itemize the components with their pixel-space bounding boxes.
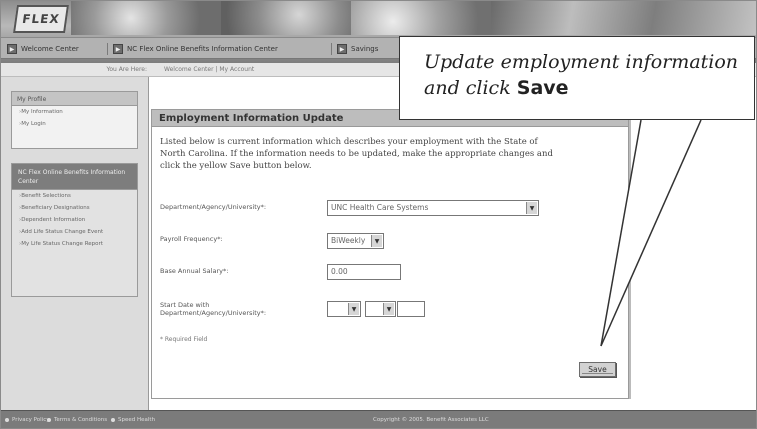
- save-button[interactable]: Save: [579, 362, 616, 377]
- department-select[interactable]: UNC Health Care Systems ▼: [327, 200, 539, 216]
- panel-shadow: [629, 109, 631, 399]
- footer-link-label: Privacy Policy: [12, 417, 50, 423]
- department-value: UNC Health Care Systems: [331, 203, 429, 212]
- arrow-icon: ▶: [337, 44, 347, 54]
- intro-text: Listed below is current information whic…: [160, 137, 553, 171]
- start-month-select[interactable]: ▼: [327, 301, 361, 317]
- nav-tab-label: Savings: [351, 45, 379, 53]
- bullet-icon: [5, 417, 9, 422]
- callout-text-main: Update employment information and click: [424, 51, 739, 99]
- banner-photo: [221, 1, 351, 35]
- start-date-label: Start Date with Department/Agency/Univer…: [160, 301, 267, 317]
- chevron-down-icon[interactable]: ▼: [348, 303, 359, 315]
- footer-link-privacy[interactable]: Privacy Policy: [5, 417, 49, 423]
- breadcrumb-prefix: You Are Here:: [106, 66, 147, 73]
- nav-divider: [331, 43, 332, 55]
- breadcrumb-path[interactable]: Welcome Center | My Account: [164, 66, 254, 73]
- chevron-down-icon[interactable]: ▼: [383, 303, 394, 315]
- employment-update-panel: Employment Information Update Listed bel…: [151, 109, 629, 399]
- bullet-icon: [111, 417, 115, 422]
- sidebar-item-my-login[interactable]: My Login: [12, 118, 137, 130]
- footer-link-speed-health[interactable]: Speed Health: [111, 417, 155, 423]
- payroll-frequency-select[interactable]: BiWeekly ▼: [327, 233, 384, 249]
- payroll-frequency-label: Payroll Frequency*:: [160, 235, 223, 243]
- chevron-down-icon[interactable]: ▼: [371, 235, 382, 247]
- footer-link-label: Terms & Conditions: [54, 417, 108, 423]
- sidebar-benefits-title: NC Flex Online Benefits Information Cent…: [12, 164, 137, 190]
- base-salary-label: Base Annual Salary*:: [160, 267, 229, 275]
- nav-tab-label: Welcome Center: [21, 45, 79, 53]
- department-label: Department/Agency/University*:: [160, 203, 267, 211]
- sidebar-benefits-box: NC Flex Online Benefits Information Cent…: [11, 163, 138, 297]
- payroll-frequency-value: BiWeekly: [331, 236, 366, 245]
- sidebar-profile-title: My Profile: [12, 92, 137, 106]
- nav-tab-welcome-center[interactable]: ▶ Welcome Center: [7, 41, 79, 57]
- instruction-callout: Update employment information and click …: [399, 36, 755, 120]
- sidebar-item-dependent-information[interactable]: Dependent Information: [12, 214, 137, 226]
- base-salary-input[interactable]: 0.00: [327, 264, 401, 280]
- start-year-input[interactable]: [397, 301, 425, 317]
- footer: Privacy Policy Terms & Conditions Speed …: [1, 410, 756, 428]
- nav-tab-savings[interactable]: ▶ Savings: [337, 41, 378, 57]
- chevron-down-icon[interactable]: ▼: [526, 202, 537, 214]
- banner-photo: [351, 1, 491, 35]
- sidebar-item-life-status-change-report[interactable]: My Life Status Change Report: [12, 238, 137, 250]
- arrow-icon: ▶: [7, 44, 17, 54]
- footer-link-label: Speed Health: [118, 417, 156, 423]
- callout-text: Update employment information and click …: [424, 49, 749, 101]
- banner-photo: [491, 1, 756, 35]
- start-day-select[interactable]: ▼: [365, 301, 396, 317]
- sidebar-profile-box: My Profile My Information My Login: [11, 91, 138, 149]
- flex-logo: FLEX: [13, 5, 69, 33]
- sidebar-item-benefit-selections[interactable]: Benefit Selections: [12, 190, 137, 202]
- bullet-icon: [47, 417, 51, 422]
- nav-tab-benefits-center[interactable]: ▶ NC Flex Online Benefits Information Ce…: [113, 41, 278, 57]
- required-field-note: * Required Field: [160, 336, 208, 343]
- footer-link-terms[interactable]: Terms & Conditions: [47, 417, 107, 423]
- nav-divider: [107, 43, 108, 55]
- nav-tab-label: NC Flex Online Benefits Information Cent…: [127, 45, 278, 53]
- sidebar: My Profile My Information My Login NC Fl…: [1, 77, 149, 410]
- arrow-icon: ▶: [113, 44, 123, 54]
- sidebar-item-my-information[interactable]: My Information: [12, 106, 137, 118]
- sidebar-item-add-life-status-change[interactable]: Add Life Status Change Event: [12, 226, 137, 238]
- banner-photo: [71, 1, 221, 35]
- sidebar-item-beneficiary-designations[interactable]: Beneficiary Designations: [12, 202, 137, 214]
- callout-text-bold: Save: [516, 77, 569, 99]
- screenshot-frame: FLEX ▶ Welcome Center ▶ NC Flex Online B…: [0, 0, 757, 429]
- footer-copyright: Copyright © 2005. Benefit Associates LLC: [373, 417, 489, 423]
